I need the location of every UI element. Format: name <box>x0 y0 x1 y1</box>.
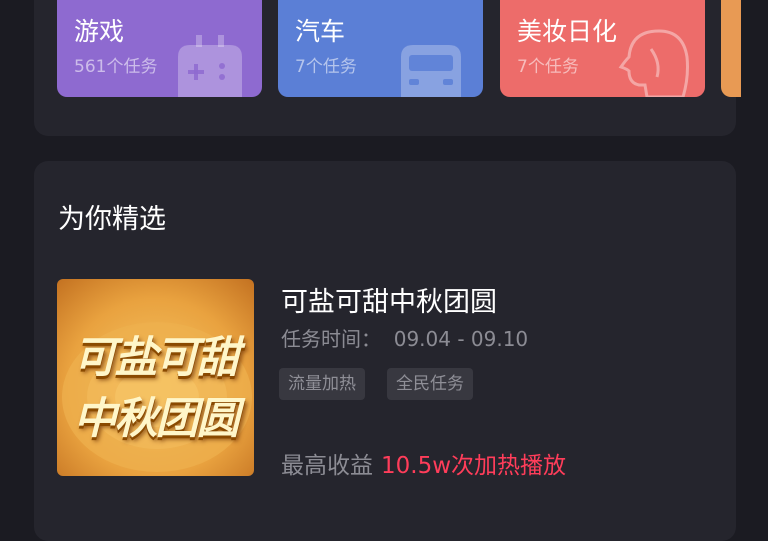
task-title[interactable]: 可盐可甜中秋团圆 <box>281 280 497 319</box>
face-icon <box>618 29 689 97</box>
task-reward: 最高收益 10.5w次加热播放 <box>281 446 566 480</box>
category-card-next[interactable] <box>721 0 741 97</box>
section-title: 为你精选 <box>58 204 166 235</box>
category-card-games[interactable]: 游戏 561个任务 <box>57 0 262 97</box>
task-tag: 全民任务 <box>387 368 473 400</box>
thumbnail-line-1: 可盐可甜 <box>73 333 240 383</box>
reward-label: 最高收益 <box>281 453 373 479</box>
category-task-count: 7个任务 <box>295 57 357 77</box>
category-card-beauty[interactable]: 美妆日化 7个任务 <box>500 0 705 97</box>
task-thumbnail[interactable]: 可盐可甜 中秋团圆 <box>57 279 254 476</box>
thumbnail-line-2: 中秋团圆 <box>73 394 240 444</box>
task-tag: 流量加热 <box>279 368 365 400</box>
reward-value: 10.5w次加热播放 <box>381 453 567 479</box>
gamepad-icon <box>178 35 242 97</box>
task-time: 任务时间： 09.04 - 09.10 <box>281 327 529 351</box>
car-icon <box>401 45 461 97</box>
category-task-count: 561个任务 <box>74 57 158 77</box>
category-name: 汽车 <box>295 17 346 46</box>
category-name: 美妆日化 <box>517 17 618 46</box>
category-card-cars[interactable]: 汽车 7个任务 <box>278 0 483 97</box>
category-task-count: 7个任务 <box>517 57 579 77</box>
category-name: 游戏 <box>74 17 125 46</box>
